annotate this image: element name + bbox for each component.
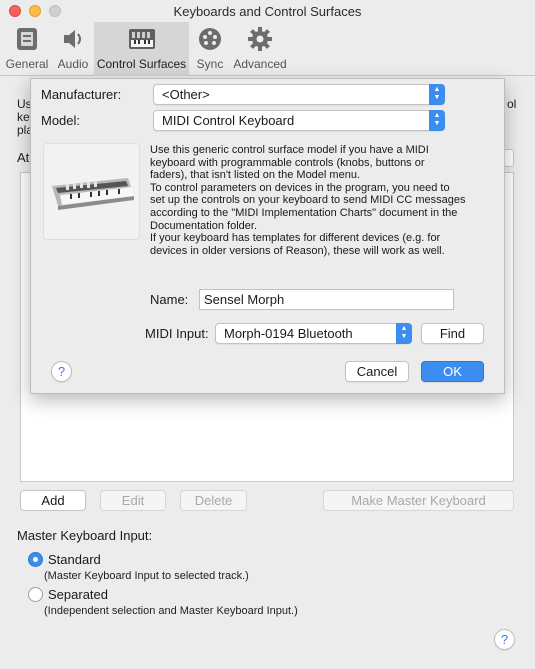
minimize-window-button[interactable] (29, 5, 41, 17)
speaker-icon (54, 22, 92, 56)
cancel-button[interactable]: Cancel (345, 361, 409, 382)
chevron-updown-icon: ▲ ▼ (429, 84, 445, 105)
control-surfaces-icon (94, 22, 189, 56)
radio-separated-label: Separated (48, 587, 108, 602)
radio-button-selected[interactable] (28, 552, 43, 567)
title-bar: Keyboards and Control Surfaces (0, 0, 535, 22)
delete-button[interactable]: Delete (180, 490, 247, 511)
help-button[interactable]: ? (494, 629, 515, 650)
tab-advanced[interactable]: Advanced (231, 22, 289, 76)
model-label: Model: (41, 113, 81, 128)
radio-separated[interactable]: Separated (28, 587, 108, 602)
general-icon (4, 22, 50, 56)
manufacturer-select[interactable]: <Other> ▲ ▼ (153, 84, 445, 105)
close-window-button[interactable] (9, 5, 21, 17)
make-master-keyboard-button[interactable]: Make Master Keyboard (323, 490, 514, 511)
intro-text-fragment-right: ol (507, 97, 517, 111)
model-value: MIDI Control Keyboard (162, 113, 295, 128)
chevron-updown-icon: ▲ ▼ (396, 323, 412, 344)
tab-sync[interactable]: Sync (192, 22, 228, 76)
name-field[interactable]: Sensel Morph (199, 289, 454, 310)
find-button[interactable]: Find (421, 323, 484, 344)
intro-text-fragment-2: ke (17, 110, 30, 124)
ok-button[interactable]: OK (421, 361, 484, 382)
tab-audio[interactable]: Audio (54, 22, 92, 76)
midi-input-label: MIDI Input: (145, 326, 209, 341)
gear-icon (231, 22, 289, 56)
edit-button[interactable]: Edit (100, 490, 166, 511)
midi-input-select[interactable]: Morph-0194 Bluetooth ▲ ▼ (215, 323, 412, 344)
name-label: Name: (150, 292, 189, 307)
chevron-updown-icon: ▲ ▼ (429, 110, 445, 131)
preferences-toolbar: General Audio Control Surfaces Sync Adva… (0, 22, 535, 76)
tab-control-surfaces[interactable]: Control Surfaces (94, 22, 189, 76)
master-keyboard-input-label: Master Keyboard Input: (17, 528, 153, 543)
model-select[interactable]: MIDI Control Keyboard ▲ ▼ (153, 110, 445, 131)
sync-icon (192, 22, 228, 56)
tab-general[interactable]: General (4, 22, 50, 76)
radio-button[interactable] (28, 587, 43, 602)
zoom-window-button[interactable] (49, 5, 61, 17)
keyboard-image (43, 143, 140, 240)
radio-standard-label: Standard (48, 552, 101, 567)
manufacturer-value: <Other> (162, 87, 210, 102)
radio-standard[interactable]: Standard (28, 552, 101, 567)
add-button[interactable]: Add (20, 490, 86, 511)
sheet-help-button[interactable]: ? (51, 361, 72, 382)
manufacturer-label: Manufacturer: (41, 87, 122, 102)
window-title: Keyboards and Control Surfaces (173, 4, 362, 19)
midi-input-value: Morph-0194 Bluetooth (224, 326, 353, 341)
attached-surfaces-label: At (17, 150, 30, 165)
radio-standard-description: (Master Keyboard Input to selected track… (44, 570, 249, 582)
radio-separated-description: (Independent selection and Master Keyboa… (44, 605, 298, 617)
edit-control-surface-sheet: Manufacturer: <Other> ▲ ▼ Model: MIDI Con… (30, 78, 505, 394)
model-description: Use this generic control surface model i… (150, 144, 466, 257)
